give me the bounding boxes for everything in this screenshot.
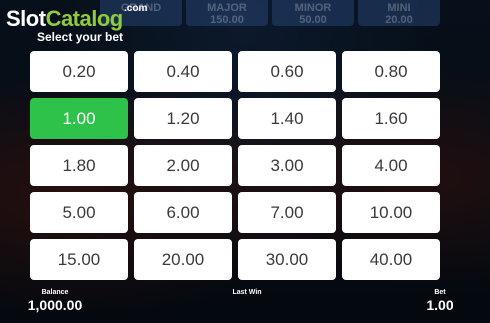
- jackpot-name: MINI: [387, 2, 411, 14]
- last-win-display: Last Win: [224, 289, 270, 297]
- jackpot-mini: MINI 20.00: [358, 0, 440, 26]
- bet-option-button[interactable]: 20.00: [134, 239, 232, 280]
- slotcatalog-logo: SlotCatalog .com: [6, 3, 147, 32]
- jackpot-minor: MINOR 50.00: [272, 0, 354, 26]
- jackpot-value: 50.00: [299, 14, 327, 26]
- jackpot-major: MAJOR 150.00: [186, 0, 268, 26]
- bet-label: Bet: [434, 289, 446, 296]
- bet-option-button[interactable]: 3.00: [238, 145, 336, 186]
- bet-option-button[interactable]: 1.20: [134, 98, 232, 139]
- bet-option-button[interactable]: 7.00: [238, 192, 336, 233]
- jackpot-name: MINOR: [294, 2, 332, 14]
- bet-option-button[interactable]: 1.60: [342, 98, 440, 139]
- bet-option-button[interactable]: 0.60: [238, 51, 336, 92]
- jackpot-value: 150.00: [210, 14, 244, 26]
- status-footer: Balance 1,000.00 Last Win Bet 1.00: [0, 289, 490, 323]
- bet-value: 1.00: [426, 297, 454, 313]
- bet-option-button[interactable]: 4.00: [342, 145, 440, 186]
- balance-label: Balance: [41, 289, 69, 296]
- logo-text-catalog: Catalog: [45, 6, 124, 31]
- bet-option-button[interactable]: 1.80: [30, 145, 128, 186]
- bet-option-button[interactable]: 0.20: [30, 51, 128, 92]
- bet-option-button[interactable]: 6.00: [134, 192, 232, 233]
- bet-option-button[interactable]: 30.00: [238, 239, 336, 280]
- bet-option-button[interactable]: 1.40: [238, 98, 336, 139]
- balance-value: 1,000.00: [27, 297, 83, 313]
- bet-option-button[interactable]: 2.00: [134, 145, 232, 186]
- bet-option-button[interactable]: 10.00: [342, 192, 440, 233]
- jackpot-value: 20.00: [385, 14, 413, 26]
- bet-display: Bet 1.00: [418, 289, 462, 313]
- last-win-label: Last Win: [232, 289, 262, 296]
- bet-option-button[interactable]: 5.00: [30, 192, 128, 233]
- bet-option-button[interactable]: 40.00: [342, 239, 440, 280]
- jackpot-strip: GRAND MAJOR 150.00 MINOR 50.00 MINI 20.0…: [100, 0, 440, 26]
- bet-grid: 0.20 0.40 0.60 0.80 1.00 1.20 1.40 1.60 1.80 2.00…: [30, 51, 440, 280]
- logo-text-com: .com: [124, 3, 148, 14]
- bet-option-button[interactable]: 15.00: [30, 239, 128, 280]
- jackpot-name: MAJOR: [207, 2, 247, 14]
- balance-display: Balance 1,000.00: [22, 289, 88, 313]
- bet-option-button-selected[interactable]: 1.00: [30, 98, 128, 139]
- bet-option-button[interactable]: 0.80: [342, 51, 440, 92]
- bet-selection-title: Select your bet: [37, 30, 124, 44]
- logo-text-slot: Slot: [6, 6, 46, 31]
- bet-option-button[interactable]: 0.40: [134, 51, 232, 92]
